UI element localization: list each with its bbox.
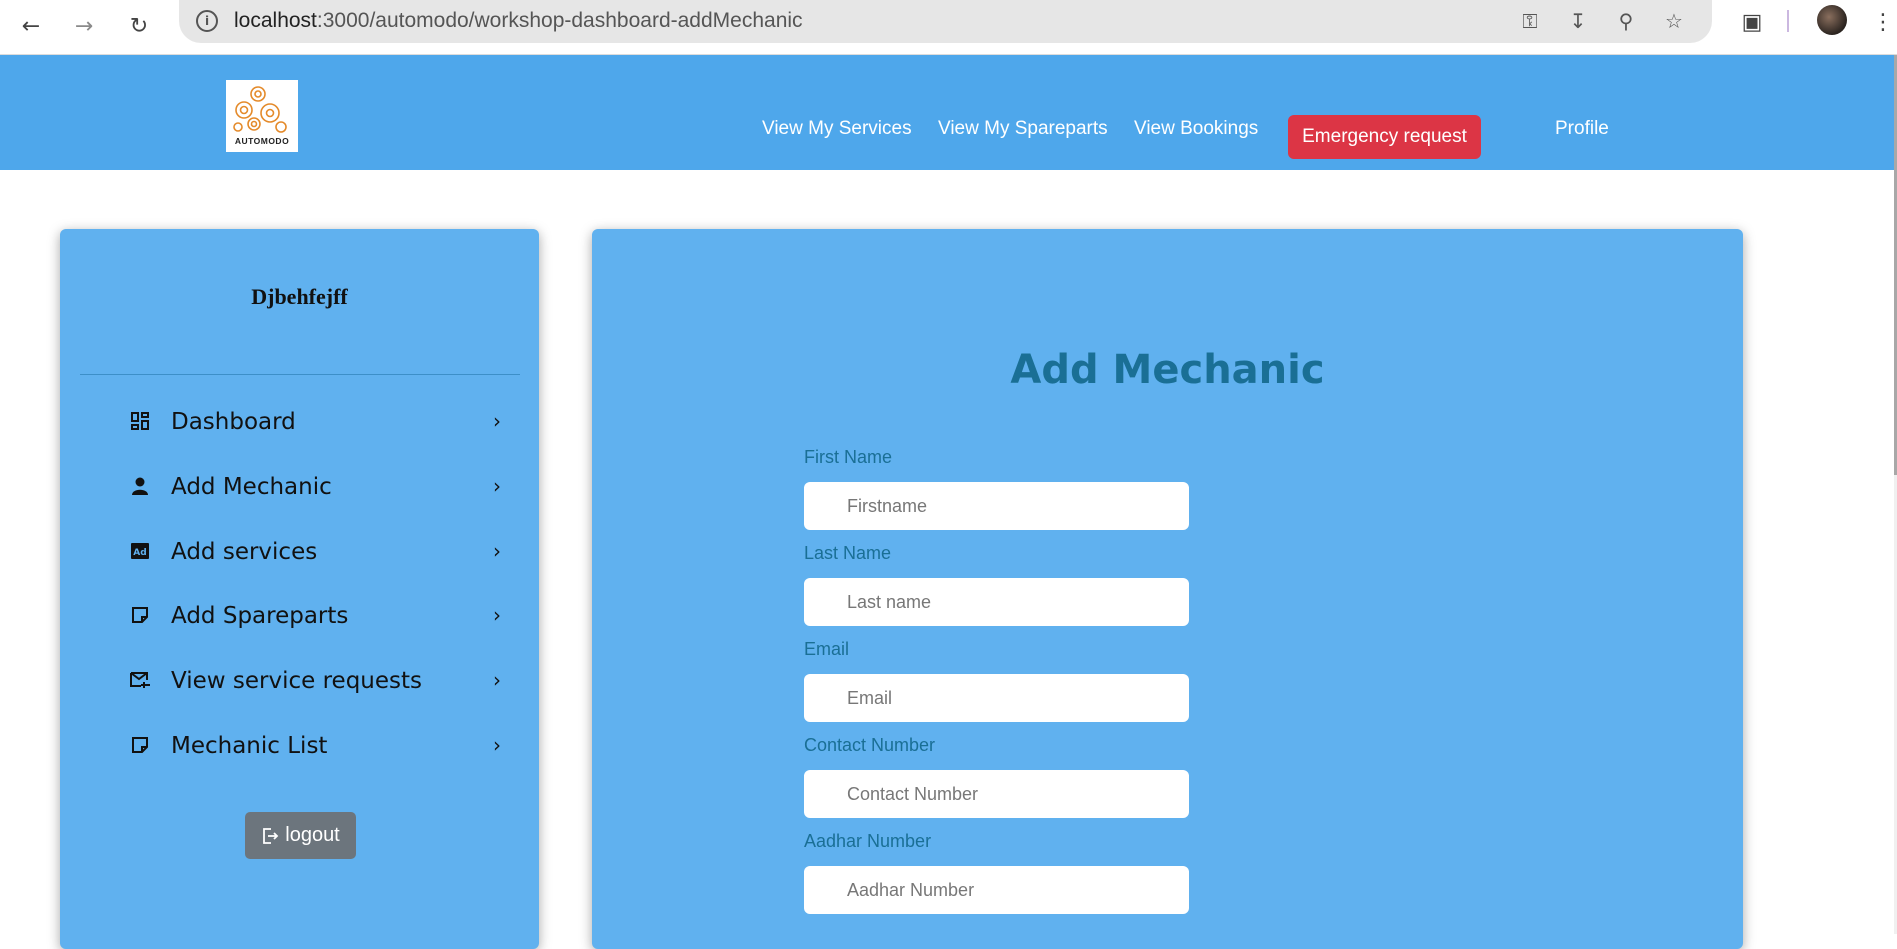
key-icon[interactable]: ⚿ (1517, 8, 1543, 34)
nav-view-spareparts[interactable]: View My Spareparts (938, 118, 1108, 140)
email-input[interactable] (804, 674, 1189, 722)
logout-button[interactable]: logout (245, 812, 356, 859)
menu-icon[interactable]: ⋮ (1872, 8, 1894, 38)
svg-text:Ad: Ad (133, 548, 146, 558)
emergency-request-button[interactable]: Emergency request (1288, 115, 1481, 159)
contact-number-label: Contact Number (804, 735, 936, 755)
note-icon (128, 605, 152, 629)
site-info-icon[interactable]: i (196, 10, 218, 32)
chevron-right-icon: › (493, 474, 501, 498)
sidebar-item-label: Add Mechanic (171, 474, 332, 500)
profile-avatar[interactable] (1817, 5, 1847, 35)
note-icon (128, 735, 152, 759)
workshop-name: Djbehfejff (251, 284, 348, 309)
sidebar-item-label: Add Spareparts (171, 603, 349, 629)
aadhar-number-input[interactable] (804, 866, 1189, 914)
sidebar-item-dashboard[interactable]: Dashboard › (128, 403, 501, 443)
sidebar-item-view-service-requests[interactable]: View service requests › (128, 662, 501, 702)
automodo-logo[interactable]: AUTOMODO (226, 80, 298, 152)
gears-icon (233, 86, 287, 133)
toolbar-divider (1787, 10, 1789, 32)
chevron-right-icon: › (493, 409, 501, 433)
zoom-icon[interactable]: ⚲ (1613, 8, 1639, 34)
sidebar: Djbehfejff Dashboard › Add Mechanic › Ad… (60, 229, 539, 949)
address-bar[interactable]: i localhost:3000/automodo/workshop-dashb… (179, 0, 1712, 43)
nav-profile[interactable]: Profile (1555, 118, 1609, 140)
last-name-input[interactable] (804, 578, 1189, 626)
reload-icon[interactable]: ↻ (119, 6, 159, 46)
bookmark-star-icon[interactable]: ☆ (1661, 8, 1687, 34)
sidebar-divider (80, 374, 520, 375)
mail-icon (128, 670, 152, 694)
dashboard-icon (128, 411, 152, 435)
chevron-right-icon: › (493, 603, 501, 627)
chevron-right-icon: › (493, 668, 501, 692)
aadhar-number-label: Aadhar Number (804, 831, 932, 851)
sidebar-item-label: Add services (171, 539, 318, 565)
person-icon (128, 476, 152, 500)
chevron-right-icon: › (493, 733, 501, 757)
logout-icon (263, 827, 279, 844)
email-label: Email (804, 639, 850, 659)
back-icon[interactable]: ← (11, 6, 51, 46)
sidebar-item-label: Mechanic List (171, 733, 328, 759)
sidebar-item-label: View service requests (171, 668, 423, 694)
logout-label: logout (285, 824, 340, 846)
first-name-input[interactable] (804, 482, 1189, 530)
nav-view-services[interactable]: View My Services (762, 118, 912, 140)
page-title: Add Mechanic (1010, 347, 1325, 393)
sidebar-item-add-mechanic[interactable]: Add Mechanic › (128, 468, 501, 508)
chevron-right-icon: › (493, 539, 501, 563)
site-navbar: AUTOMODO View My Services View My Sparep… (0, 55, 1894, 170)
url-text[interactable]: localhost:3000/automodo/workshop-dashboa… (234, 9, 803, 33)
install-icon[interactable]: ↧ (1565, 8, 1591, 34)
first-name-label: First Name (804, 447, 893, 467)
browser-toolbar: ← → ↻ i localhost:3000/automodo/workshop… (0, 0, 1897, 55)
forward-icon[interactable]: → (64, 6, 104, 46)
sidebar-item-add-services[interactable]: Ad Add services › (128, 533, 501, 573)
last-name-label: Last Name (804, 543, 892, 563)
extensions-icon[interactable]: ▣ (1737, 8, 1767, 38)
add-mechanic-form: Add Mechanic First Name Last Name Email … (592, 229, 1743, 949)
sidebar-item-mechanic-list[interactable]: Mechanic List › (128, 727, 501, 767)
sidebar-item-label: Dashboard (171, 409, 296, 435)
nav-view-bookings[interactable]: View Bookings (1134, 118, 1258, 140)
ad-icon: Ad (128, 541, 152, 565)
sidebar-item-add-spareparts[interactable]: Add Spareparts › (128, 597, 501, 637)
contact-number-input[interactable] (804, 770, 1189, 818)
